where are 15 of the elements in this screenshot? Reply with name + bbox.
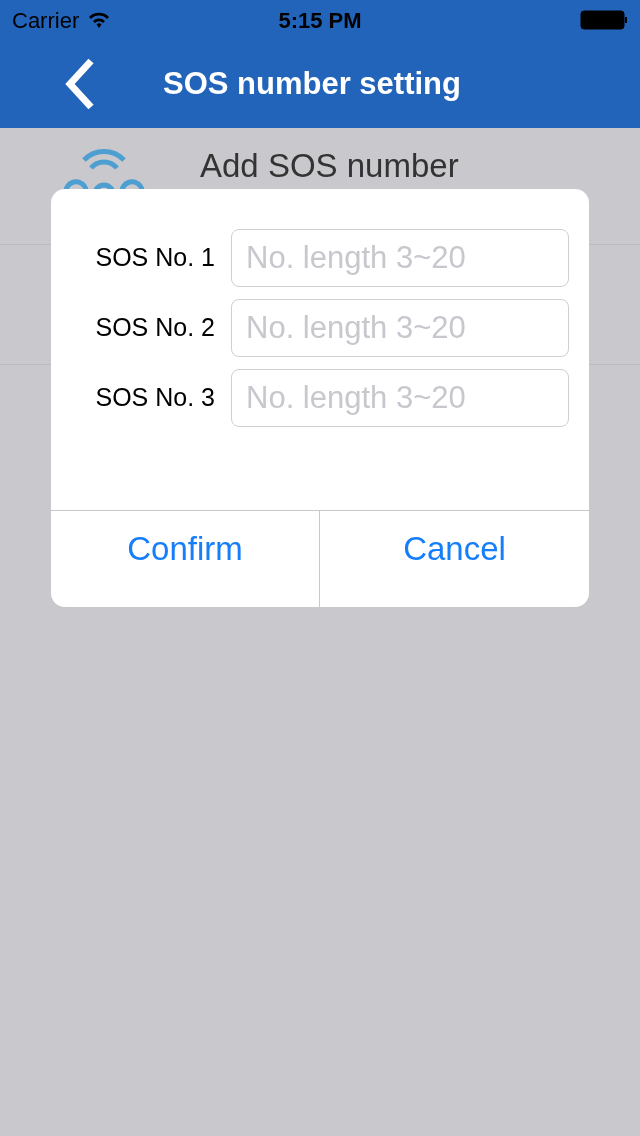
field-label: SOS No. 1 xyxy=(94,242,216,274)
input-field[interactable]: No. length 3~20 xyxy=(231,369,569,427)
chevron-left-icon xyxy=(65,58,95,110)
clock-label: 5:15 PM xyxy=(278,6,362,35)
wifi-icon xyxy=(87,11,112,29)
nav-title: SOS number setting xyxy=(163,64,461,103)
battery-icon xyxy=(580,10,628,30)
field-label: SOS No. 2 xyxy=(94,312,216,344)
carrier-label: Carrier xyxy=(12,6,80,35)
list-item-label[interactable]: Add SOS number xyxy=(200,146,459,186)
cancel-button[interactable]: Cancel xyxy=(320,511,589,607)
confirm-button[interactable]: Confirm xyxy=(51,511,320,607)
input-field[interactable]: No. length 3~20 xyxy=(231,229,569,287)
input-field[interactable]: No. length 3~20 xyxy=(231,299,569,357)
field-label: SOS No. 3 xyxy=(94,382,216,414)
